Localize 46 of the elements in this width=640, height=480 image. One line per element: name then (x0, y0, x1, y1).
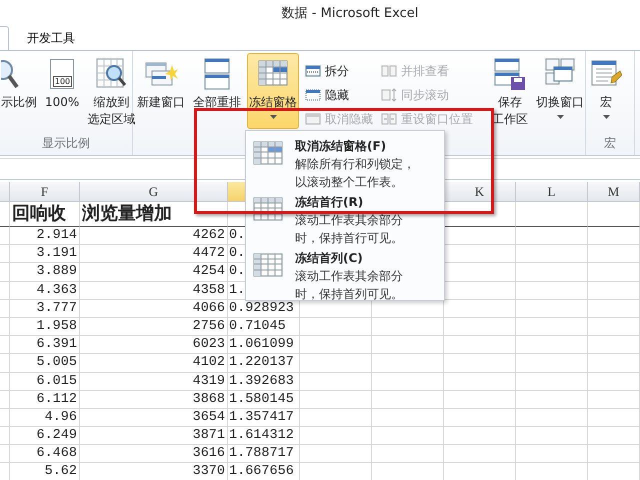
table-cell: 0.71045 (228, 318, 300, 336)
table-cell: 4319 (80, 372, 228, 391)
table-cell: 2756 (80, 318, 228, 336)
table-cell: 6.468 (10, 445, 80, 464)
table-cell: 3.889 (10, 263, 80, 282)
table-cell: 6.015 (10, 372, 80, 391)
table-cell: 1.220137 (228, 354, 300, 372)
table-cell: 3868 (80, 390, 228, 409)
menu-item-description: 解除所有行和列锁定，以滚动整个工作表。 (295, 156, 416, 191)
table-cell: 6.391 (10, 336, 80, 354)
table-cell: 1.667656 (228, 463, 300, 480)
group-label: 宏 (603, 135, 617, 152)
table-cell: 1.357417 (228, 408, 300, 428)
table-cell: 4262 (80, 227, 228, 246)
table-cell: 4066 (80, 300, 228, 318)
table-cell: 1.788717 (228, 445, 300, 464)
table-cell: 3.191 (10, 245, 80, 264)
table-cell: 1.614312 (228, 427, 300, 446)
table-cell: 4358 (80, 282, 228, 300)
table-cell: 6023 (80, 336, 228, 354)
menu-item-title: 冻结首行(R) (295, 194, 364, 211)
table-cell: 4472 (80, 245, 228, 264)
table-cell: 3616 (80, 445, 228, 464)
table-cell: 3370 (80, 463, 228, 480)
table-cell: 2.914 (10, 227, 80, 246)
page-icon: 100 (50, 59, 74, 89)
table-cell: 回响收 (10, 202, 80, 227)
table-cell: 1.958 (10, 318, 80, 336)
table-cell: 4.96 (10, 408, 80, 428)
table-cell: 3654 (80, 408, 228, 428)
window-title: 数据 - Microsoft Excel (282, 4, 418, 22)
table-cell: 1.580145 (228, 390, 300, 409)
table-cell: 5.62 (10, 463, 80, 480)
table-cell: 5.005 (10, 354, 80, 372)
table-cell: 1.392683 (228, 372, 300, 391)
table-cell: 6.112 (10, 390, 80, 409)
table-cell: 4102 (80, 354, 228, 372)
table-cell: 浏览量增加 (80, 202, 228, 227)
table-cell: 6.249 (10, 427, 80, 446)
table-cell: 3871 (80, 427, 228, 446)
table-cell: 4.363 (10, 282, 80, 300)
table-cell: 3.777 (10, 300, 80, 318)
menu-item-title: 取消冻结窗格(F) (295, 138, 388, 155)
table-cell: 1.061099 (228, 336, 300, 354)
group-label: 显示比例 (41, 135, 91, 152)
table-cell: 4254 (80, 263, 228, 282)
